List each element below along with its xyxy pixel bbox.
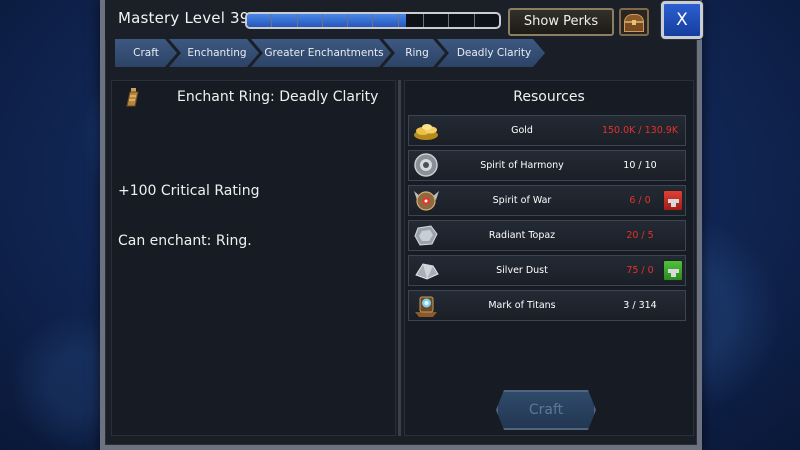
resources-pane: Resources Gold 150.0K / 130.9K Spirit of…: [404, 80, 694, 436]
breadcrumb: Craft Enchanting Greater Enchantments Ri…: [115, 39, 537, 67]
progress-segment: [348, 14, 374, 27]
progress-segment: [373, 14, 399, 27]
progress-segment: [247, 14, 273, 27]
progress-segment: [399, 14, 425, 27]
resource-row-spirit-of-harmony: Spirit of Harmony 10 / 10: [408, 150, 686, 181]
mastery-progress-bar: [245, 12, 501, 29]
resource-quantity: 10 / 10: [623, 160, 657, 171]
spirit-harmony-icon: [414, 153, 438, 177]
resource-name: Mark of Titans: [488, 300, 556, 311]
resource-row-spirit-of-war: Spirit of War 6 / 0: [408, 185, 686, 216]
progress-segment: [298, 14, 323, 27]
top-bar: Mastery Level 39 Show Perks X: [105, 0, 703, 40]
treasure-chest-icon[interactable]: [619, 8, 649, 36]
radiant-topaz-icon: [414, 225, 438, 246]
resource-quantity: 3 / 314: [623, 300, 657, 311]
progress-segment: [323, 14, 349, 27]
resource-name: Silver Dust: [496, 265, 548, 276]
show-perks-button[interactable]: Show Perks: [508, 8, 614, 36]
resource-name: Spirit of War: [492, 195, 552, 206]
buy-resource-button[interactable]: [663, 260, 683, 281]
close-button[interactable]: X: [661, 1, 703, 39]
spirit-war-icon: [414, 191, 439, 211]
mastery-level-label: Mastery Level 39: [118, 9, 250, 27]
resource-name: Spirit of Harmony: [480, 160, 564, 171]
buy-resource-button[interactable]: [663, 190, 683, 211]
resource-quantity: 150.0K / 130.9K: [601, 125, 679, 136]
crafting-panel: Mastery Level 39 Show Perks X Craft Ench…: [100, 0, 703, 450]
resource-quantity: 20 / 5: [626, 230, 654, 241]
breadcrumb-item-enchanting[interactable]: Enchanting: [169, 39, 259, 67]
resource-name: Gold: [511, 125, 533, 136]
recipe-stat-bonus: +100 Critical Rating: [118, 183, 260, 199]
craft-button[interactable]: Craft: [496, 390, 596, 430]
resources-title: Resources: [513, 89, 585, 105]
recipe-enchant-target: Can enchant: Ring.: [118, 233, 252, 249]
recipe-title: Enchant Ring: Deadly Clarity: [177, 89, 379, 105]
progress-segment: [272, 14, 298, 27]
gold-coins-icon: [414, 124, 438, 140]
breadcrumb-item-greater-enchantments[interactable]: Greater Enchantments: [251, 39, 391, 67]
progress-segment: [449, 14, 475, 27]
resource-row-gold: Gold 150.0K / 130.9K: [408, 115, 686, 146]
silver-dust-icon: [415, 263, 439, 280]
breadcrumb-item-craft[interactable]: Craft: [115, 39, 177, 67]
resource-row-silver-dust: Silver Dust 75 / 0: [408, 255, 686, 286]
mark-of-titans-icon: [415, 296, 437, 317]
resource-row-mark-of-titans: Mark of Titans 3 / 314: [408, 290, 686, 321]
progress-segment: [424, 14, 450, 27]
progress-segment: [475, 14, 499, 27]
breadcrumb-item-deadly-clarity[interactable]: Deadly Clarity: [437, 39, 545, 67]
resource-name: Radiant Topaz: [488, 230, 556, 241]
enchant-scroll-icon: [126, 88, 139, 107]
recipe-details-pane: Enchant Ring: Deadly Clarity +100 Critic…: [111, 80, 396, 436]
resource-row-radiant-topaz: Radiant Topaz 20 / 5: [408, 220, 686, 251]
breadcrumb-item-ring[interactable]: Ring: [383, 39, 445, 67]
pane-divider: [398, 80, 401, 436]
